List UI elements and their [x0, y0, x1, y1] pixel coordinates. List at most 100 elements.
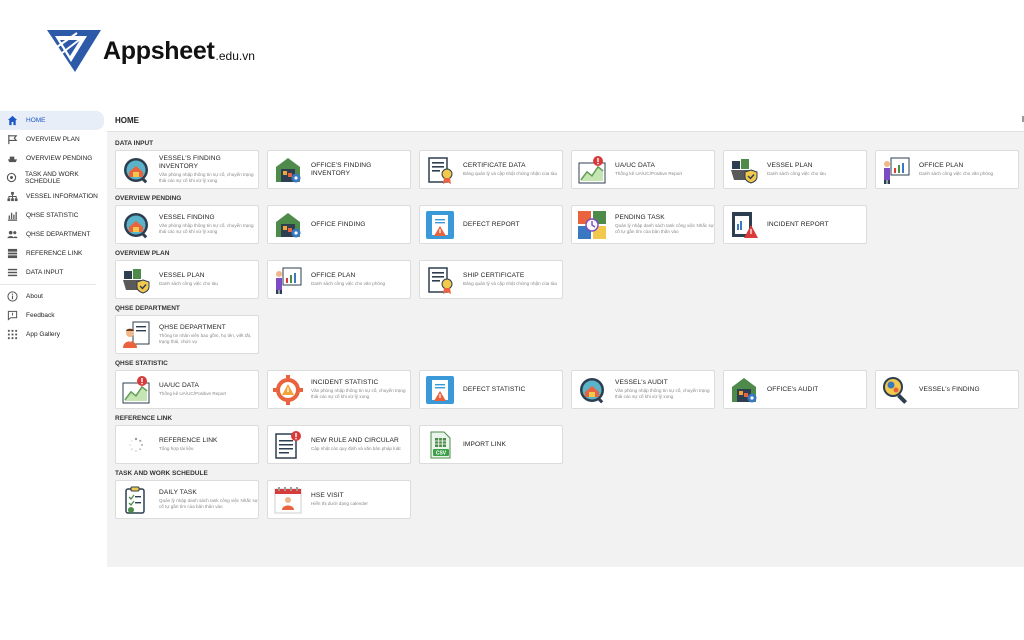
card-ua-uc-data[interactable]: UA/UC DATA Thống kê UA/UC/Positive Report	[115, 370, 259, 409]
sidebar-item-qhse-statistic[interactable]: QHSE STATISTIC	[0, 206, 106, 225]
alert-chart-icon	[577, 155, 607, 185]
card-vessel-s-finding-inventory[interactable]: VESSEL'S FINDING INVENTORY Văn phòng nhập…	[115, 150, 259, 189]
incident-report-icon	[729, 210, 759, 240]
card-subtitle: Tổng hợp tài liệu	[159, 446, 194, 451]
card-subtitle: Văn phòng nhập thông tin sự cố, chuyển t…	[615, 388, 710, 399]
sidebar-item-overview-pending[interactable]: OVERVIEW PENDING	[0, 149, 106, 168]
section-title: OVERVIEW PENDING	[115, 195, 182, 202]
card-vessel-plan[interactable]: VESSEL PLAN Danh sách công việc cho tàu	[115, 260, 259, 299]
pending-task-icon	[577, 210, 607, 240]
card-office-finding[interactable]: OFFICE FINDING	[267, 205, 411, 244]
sidebar-item-label: About	[26, 293, 43, 300]
sidebar-item-home[interactable]: HOME	[0, 111, 104, 130]
card-row: VESSEL FINDING Văn phòng nhập thông tin s…	[107, 205, 1024, 246]
card-incident-report[interactable]: INCIDENT REPORT	[723, 205, 867, 244]
card-office-s-finding-inventory[interactable]: OFFICE'S FINDING INVENTORY	[267, 150, 411, 189]
card-title: CERTIFICATE DATA	[463, 162, 526, 169]
card-certificate-data[interactable]: CERTIFICATE DATA Bảng quản lý và cập nhật…	[419, 150, 563, 189]
card-text: INCIDENT REPORT	[767, 221, 829, 229]
card-defect-statistic[interactable]: DEFECT STATISTIC	[419, 370, 563, 409]
sidebar-item-task-and-work-schedule[interactable]: TASK AND WORK SCHEDULE	[0, 168, 106, 187]
sections-container: DATA INPUT VESSEL'S FINDING INVENTORY Văn …	[107, 132, 1024, 521]
card-text: VESSEL'S FINDING INVENTORY Văn phòng nhập…	[159, 155, 258, 184]
gear-warning-icon	[273, 374, 303, 405]
sidebar-item-label: QHSE DEPARTMENT	[26, 231, 91, 238]
appsheet-logo: Appsheet .edu.vn	[47, 28, 255, 74]
card-reference-link[interactable]: REFERENCE LINK Tổng hợp tài liệu	[115, 425, 259, 464]
card-text: VESSEL FINDING Văn phòng nhập thông tin s…	[159, 214, 258, 235]
sidebar-item-label: App Gallery	[26, 331, 60, 338]
csv-file-icon: CSV	[425, 430, 455, 460]
section-title: TASK AND WORK SCHEDULE	[115, 470, 208, 477]
card-office-plan[interactable]: OFFICE PLAN Danh sách công việc cho văn p…	[267, 260, 411, 299]
card-subtitle: Quản lý nhập danh sách task công việc Nh…	[615, 223, 714, 234]
card-vessel-s-audit[interactable]: VESSEL's AUDIT Văn phòng nhập thông tin s…	[571, 370, 715, 409]
app-window: HOME OVERVIEW PLAN OVERVIEW PENDING TASK AN…	[0, 110, 1024, 567]
grid-icon	[6, 329, 18, 341]
card-title: PENDING TASK	[615, 214, 665, 221]
sidebar-item-label: HOME	[26, 117, 46, 124]
card-incident-statistic[interactable]: INCIDENT STATISTIC Văn phòng nhập thông t…	[267, 370, 411, 409]
sidebar-item-label: OVERVIEW PLAN	[26, 136, 80, 143]
card-row: REFERENCE LINK Tổng hợp tài liệu NEW RULE …	[107, 425, 1024, 466]
card-text: HSE VISIT Hiển thị dưới dạng calender	[311, 492, 368, 507]
sidebar-item-reference-link[interactable]: REFERENCE LINK	[0, 244, 106, 263]
card-text: PENDING TASK Quản lý nhập danh sách task …	[615, 214, 714, 235]
card-text: CERTIFICATE DATA Bảng quản lý và cập nhật…	[463, 162, 557, 177]
card-text: SHIP CERTIFICATE Bảng quản lý và cập nhật…	[463, 272, 557, 287]
card-text: UA/UC DATA Thống kê UA/UC/Positive Report	[615, 162, 682, 177]
card-new-rule-and-circular[interactable]: NEW RULE AND CIRCULAR Cập nhật các quy đị…	[267, 425, 411, 464]
card-title: UA/UC DATA	[615, 162, 655, 169]
section-title: DATA INPUT	[115, 140, 154, 147]
main-content: HOME DATA INPUT VESSEL'S FINDING INVENTOR…	[107, 110, 1024, 567]
document-alert-icon	[273, 430, 303, 460]
sidebar-item-vessel-information[interactable]: VESSEL INFORMATION	[0, 187, 106, 206]
card-text: UA/UC DATA Thống kê UA/UC/Positive Report	[159, 382, 226, 397]
card-subtitle: Thống kê UA/UC/Positive Report	[615, 171, 683, 176]
defect-report-icon	[425, 210, 455, 240]
hierarchy-icon	[6, 191, 18, 203]
card-title: UA/UC DATA	[159, 382, 199, 389]
card-subtitle: Danh sách công việc cho tàu	[159, 281, 218, 286]
sidebar-item-app-gallery[interactable]: App Gallery	[0, 325, 106, 344]
warehouse-gear-icon	[273, 210, 303, 240]
sidebar-item-qhse-department[interactable]: QHSE DEPARTMENT	[0, 225, 106, 244]
card-title: VESSEL'S FINDING INVENTORY	[159, 155, 221, 170]
card-text: IMPORT LINK	[463, 441, 506, 449]
card-subtitle: Quản lý nhập danh sách task công việc Nh…	[159, 498, 258, 509]
sidebar-item-label: VESSEL INFORMATION	[26, 193, 98, 200]
page-header: HOME	[107, 110, 1024, 132]
sidebar: HOME OVERVIEW PLAN OVERVIEW PENDING TASK AN…	[0, 110, 106, 567]
card-title: SHIP CERTIFICATE	[463, 272, 525, 279]
card-title: VESSEL's AUDIT	[615, 379, 668, 386]
card-pending-task[interactable]: PENDING TASK Quản lý nhập danh sách task …	[571, 205, 715, 244]
card-text: VESSEL PLAN Danh sách công việc cho tàu	[159, 272, 218, 287]
card-ua-uc-data[interactable]: UA/UC DATA Thống kê UA/UC/Positive Report	[571, 150, 715, 189]
card-office-plan[interactable]: OFFICE PLAN Danh sách công việc cho văn p…	[875, 150, 1019, 189]
card-subtitle: Thống kê UA/UC/Positive Report	[159, 391, 227, 396]
card-title: OFFICE FINDING	[311, 220, 366, 228]
sidebar-item-overview-plan[interactable]: OVERVIEW PLAN	[0, 130, 106, 149]
sidebar-item-about[interactable]: About	[0, 287, 106, 306]
card-row: VESSEL PLAN Danh sách công việc cho tàu OF…	[107, 260, 1024, 301]
card-vessel-s-finding[interactable]: VESSEL's FINDING	[875, 370, 1019, 409]
card-qhse-department[interactable]: QHSE DEPARTMENT Thông tin nhân viên bao g…	[115, 315, 259, 354]
card-title: DAILY TASK	[159, 489, 197, 496]
card-office-s-audit[interactable]: OFFICE's AUDIT	[723, 370, 867, 409]
logo-suffix: .edu.vn	[215, 49, 255, 63]
card-hse-visit[interactable]: HSE VISIT Hiển thị dưới dạng calender	[267, 480, 411, 519]
card-row: DAILY TASK Quản lý nhập danh sách task cô…	[107, 480, 1024, 521]
card-import-link[interactable]: CSV IMPORT LINK	[419, 425, 563, 464]
section-title: QHSE DEPARTMENT	[115, 305, 180, 312]
sidebar-item-data-input[interactable]: DATA INPUT	[0, 263, 106, 282]
card-text: OFFICE PLAN Danh sách công việc cho văn p…	[311, 272, 385, 287]
sidebar-item-feedback[interactable]: Feedback	[0, 306, 106, 325]
card-defect-report[interactable]: DEFECT REPORT	[419, 205, 563, 244]
card-ship-certificate[interactable]: SHIP CERTIFICATE Bảng quản lý và cập nhật…	[419, 260, 563, 299]
sidebar-item-label: REFERENCE LINK	[26, 250, 83, 257]
card-text: DEFECT STATISTIC	[463, 386, 525, 394]
card-daily-task[interactable]: DAILY TASK Quản lý nhập danh sách task cô…	[115, 480, 259, 519]
card-text: VESSEL's FINDING	[919, 386, 980, 394]
card-vessel-finding[interactable]: VESSEL FINDING Văn phòng nhập thông tin s…	[115, 205, 259, 244]
card-vessel-plan[interactable]: VESSEL PLAN Danh sách công việc cho tàu	[723, 150, 867, 189]
